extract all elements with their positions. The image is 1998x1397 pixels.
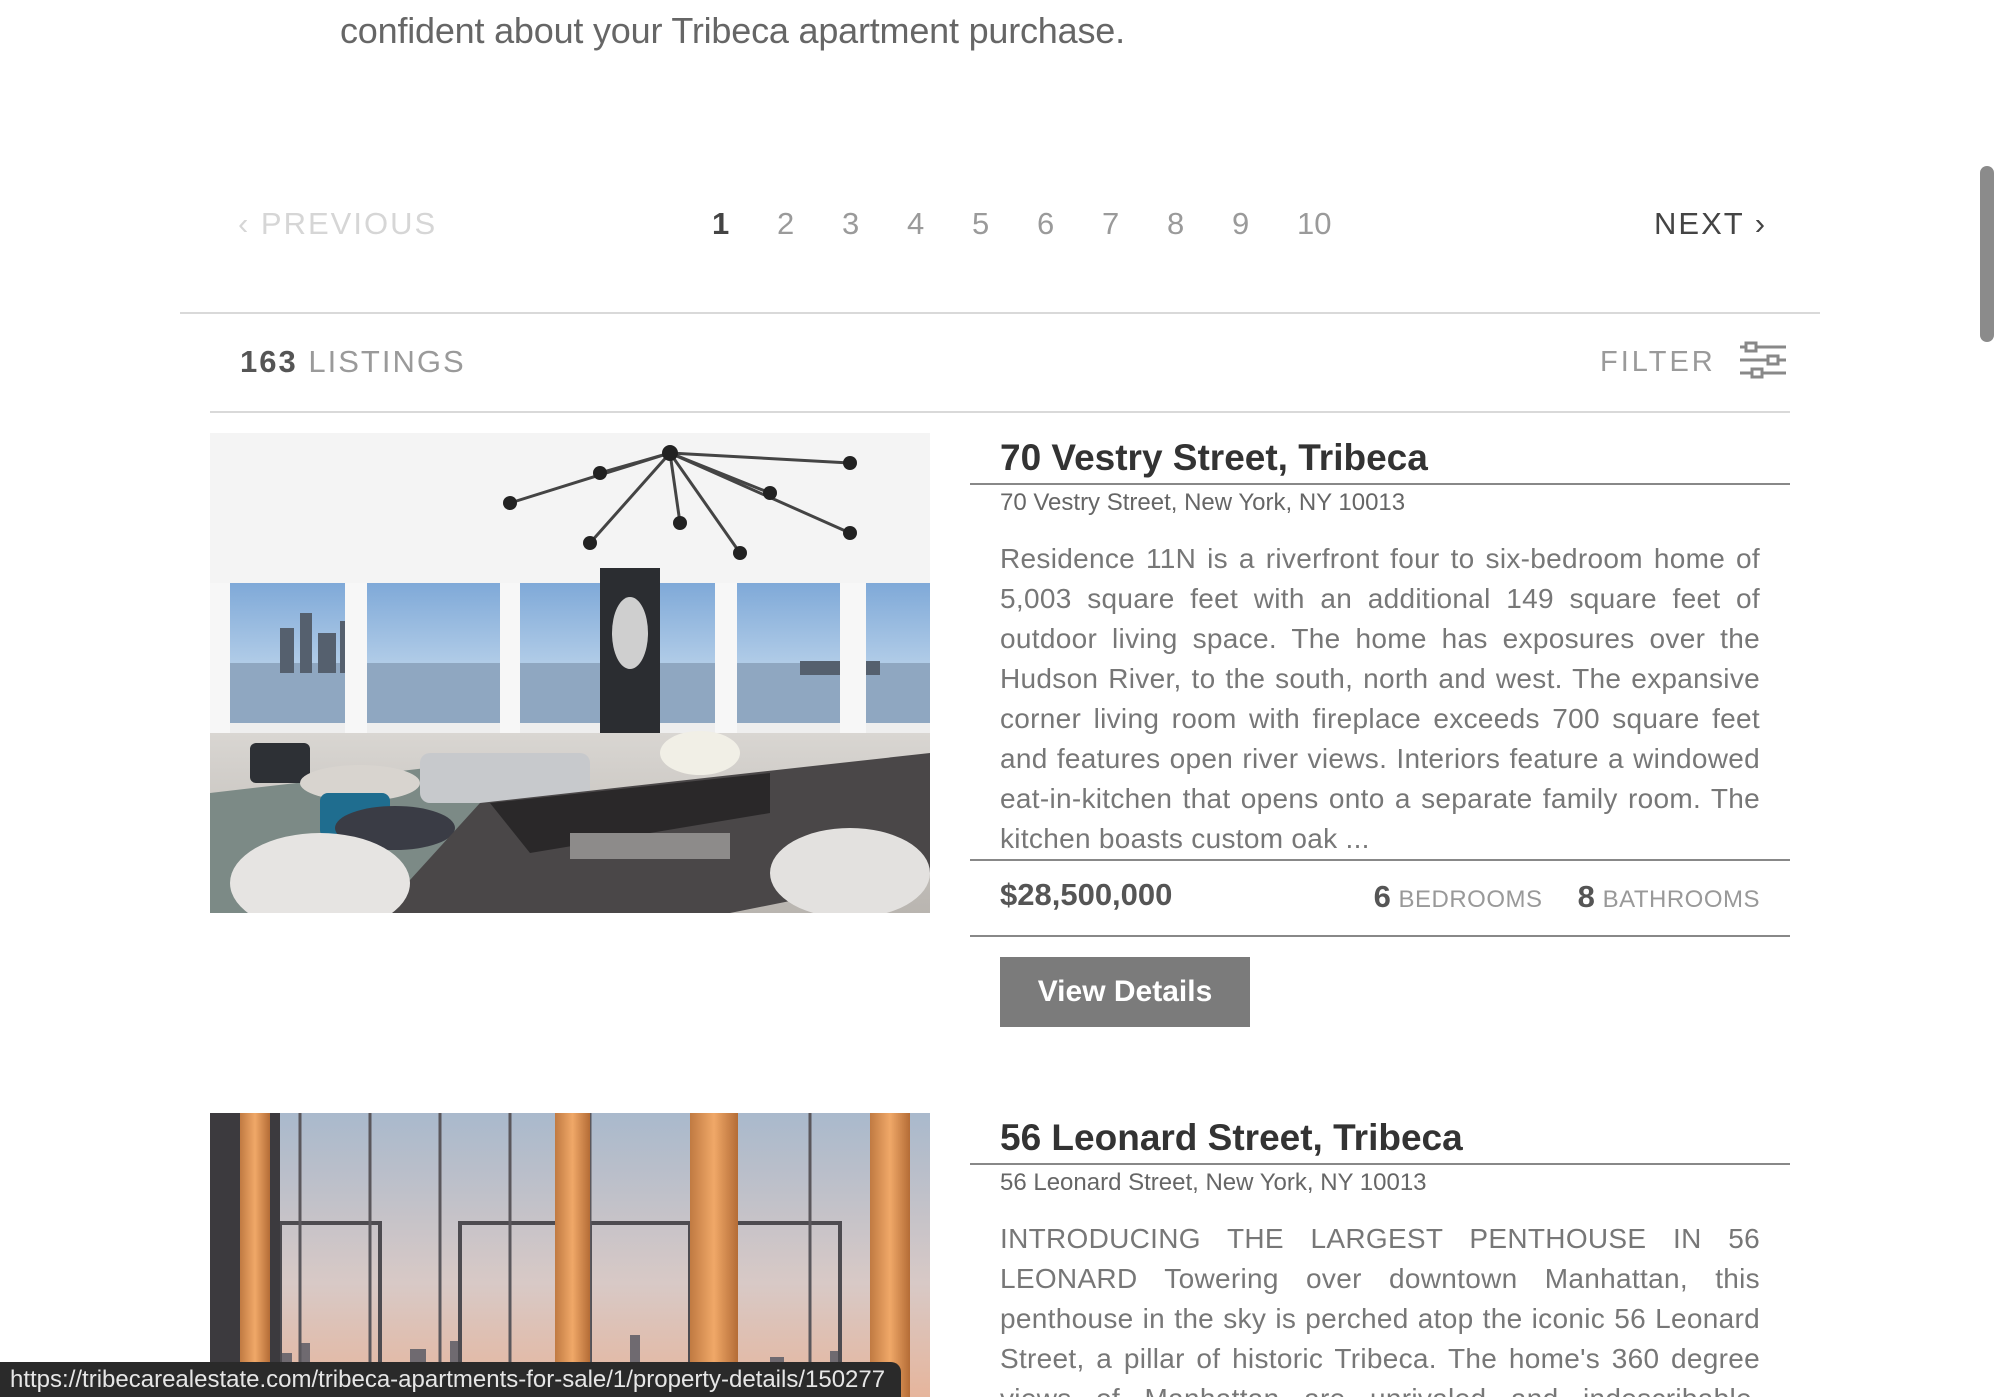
listing-rooms: 6 BEDROOMS 8 BATHROOMS [1346, 879, 1760, 915]
listing-info: 56 Leonard Street, Tribeca 56 Leonard St… [970, 1113, 1790, 1397]
listing-description: Residence 11N is a riverfront four to si… [1000, 543, 1760, 854]
bathrooms-label: BATHROOMS [1602, 886, 1760, 913]
bedrooms-count: 6 [1373, 879, 1392, 914]
listing-title[interactable]: 70 Vestry Street, Tribeca [1000, 433, 1790, 483]
bathrooms-count: 8 [1577, 879, 1596, 914]
listing-description: INTRODUCING THE LARGEST PENTHOUSE IN 56 … [1000, 1223, 1760, 1397]
filter-label: FILTER [1600, 346, 1716, 378]
listing-info: 70 Vestry Street, Tribeca 70 Vestry Stre… [970, 433, 1790, 1027]
page-link-1[interactable]: 1 [712, 206, 777, 242]
listings-count: 163 LISTINGS [240, 344, 466, 380]
page-link-2[interactable]: 2 [777, 206, 842, 242]
status-bar-url: https://tribecarealestate.com/tribeca-ap… [0, 1362, 902, 1397]
next-page-link[interactable]: NEXT › [1654, 206, 1767, 242]
intro-text: confident about your Tribeca apartment p… [340, 10, 1125, 51]
page-link-6[interactable]: 6 [1037, 206, 1102, 242]
listing-photo[interactable] [210, 1113, 930, 1397]
filter-button[interactable]: FILTER [1600, 340, 1788, 385]
page-link-10[interactable]: 10 [1297, 206, 1362, 242]
page-link-4[interactable]: 4 [907, 206, 972, 242]
scrollbar[interactable] [1974, 0, 1998, 1397]
divider [970, 483, 1790, 485]
pagination: ‹ PREVIOUS 1 2 3 4 5 6 7 8 9 10 NEXT › [0, 200, 1998, 254]
page-link-9[interactable]: 9 [1232, 206, 1297, 242]
listings-count-number: 163 [240, 344, 298, 379]
listing-address: 56 Leonard Street, New York, NY 10013 [1000, 1169, 1427, 1196]
bedrooms-label: BEDROOMS [1398, 886, 1543, 913]
scrollbar-thumb[interactable] [1980, 166, 1994, 342]
listing-photo[interactable] [210, 433, 930, 913]
listing-stats: $28,500,000 6 BEDROOMS 8 BATHROOMS [970, 861, 1790, 935]
divider [970, 935, 1790, 937]
page-link-3[interactable]: 3 [842, 206, 907, 242]
divider [970, 1163, 1790, 1165]
previous-page-link[interactable]: ‹ PREVIOUS [238, 206, 437, 242]
listing-title[interactable]: 56 Leonard Street, Tribeca [1000, 1113, 1790, 1163]
listing-price: $28,500,000 [1000, 877, 1173, 912]
listings-count-label: LISTINGS [308, 344, 466, 379]
listing-card: 56 Leonard Street, Tribeca 56 Leonard St… [210, 1113, 1790, 1397]
page-link-8[interactable]: 8 [1167, 206, 1232, 242]
view-details-button[interactable]: View Details [1000, 957, 1250, 1027]
filter-sliders-icon [1738, 340, 1788, 385]
page-numbers: 1 2 3 4 5 6 7 8 9 10 [712, 206, 1362, 242]
page-link-5[interactable]: 5 [972, 206, 1037, 242]
divider [180, 312, 1820, 314]
listing-address: 70 Vestry Street, New York, NY 10013 [1000, 489, 1406, 516]
divider [210, 411, 1790, 413]
page-link-7[interactable]: 7 [1102, 206, 1167, 242]
